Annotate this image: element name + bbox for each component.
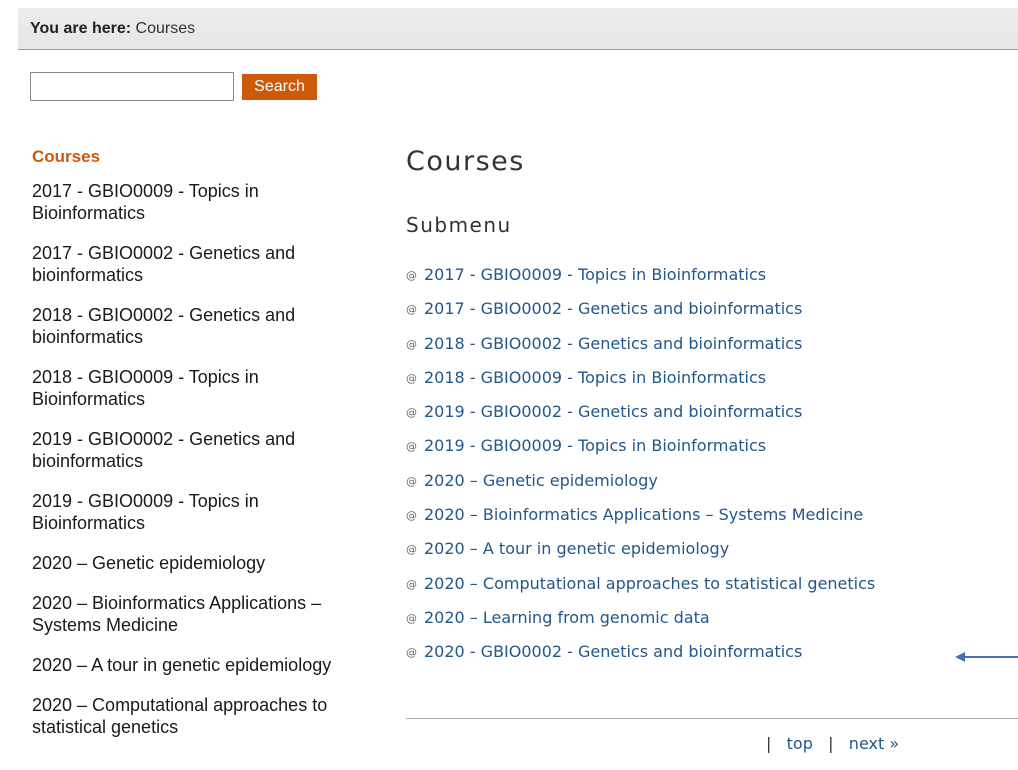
pager-separator: | xyxy=(766,734,772,753)
at-sign-bullet-icon: @ xyxy=(406,509,417,523)
submenu-item: @2018 - GBIO0009 - Topics in Bioinformat… xyxy=(406,361,1018,395)
breadcrumb-prefix: You are here: xyxy=(30,20,132,37)
search-input[interactable] xyxy=(30,72,234,101)
submenu-item: @2020 – Genetic epidemiology xyxy=(406,464,1018,498)
submenu-item: @2020 – Learning from genomic data xyxy=(406,601,1018,635)
sidebar-item[interactable]: 2020 – Genetic epidemiology xyxy=(32,552,362,574)
sidebar-item[interactable]: 2017 - GBIO0009 - Topics in Bioinformati… xyxy=(32,180,362,224)
sidebar-item[interactable]: 2020 – Computational approaches to stati… xyxy=(32,694,362,738)
at-sign-bullet-icon: @ xyxy=(406,440,417,454)
at-sign-bullet-icon: @ xyxy=(406,371,417,385)
sidebar-list: 2017 - GBIO0009 - Topics in Bioinformati… xyxy=(32,180,372,738)
breadcrumb-current: Courses xyxy=(135,20,196,37)
at-sign-bullet-icon: @ xyxy=(406,337,417,351)
page-title: Courses xyxy=(406,146,525,177)
left-arrow-icon xyxy=(955,652,1018,662)
at-sign-bullet-icon: @ xyxy=(406,611,417,625)
next-link[interactable]: next » xyxy=(849,734,899,753)
submenu-title: Submenu xyxy=(406,213,512,237)
submenu-item: @2019 - GBIO0009 - Topics in Bioinformat… xyxy=(406,429,1018,463)
submenu-link[interactable]: 2018 - GBIO0009 - Topics in Bioinformati… xyxy=(424,368,766,387)
submenu-item: @2018 - GBIO0002 - Genetics and bioinfor… xyxy=(406,327,1018,361)
submenu-link[interactable]: 2020 – Learning from genomic data xyxy=(424,608,710,627)
page: You are here: Courses Search Courses 201… xyxy=(0,0,1018,770)
sidebar-item[interactable]: 2017 - GBIO0002 - Genetics and bioinform… xyxy=(32,242,362,286)
top-strip xyxy=(0,0,1018,8)
pager: | top | next » xyxy=(766,734,899,753)
submenu-item: @2017 - GBIO0002 - Genetics and bioinfor… xyxy=(406,292,1018,326)
submenu-link[interactable]: 2019 - GBIO0009 - Topics in Bioinformati… xyxy=(424,436,766,455)
submenu-link[interactable]: 2020 – A tour in genetic epidemiology xyxy=(424,539,729,558)
main-content: Courses Submenu @2017 - GBIO0009 - Topic… xyxy=(406,146,1018,670)
sidebar-item[interactable]: 2020 – Bioinformatics Applications – Sys… xyxy=(32,592,362,636)
at-sign-bullet-icon: @ xyxy=(406,577,417,591)
submenu-link[interactable]: 2020 – Bioinformatics Applications – Sys… xyxy=(424,505,863,524)
breadcrumb-bar: You are here: Courses xyxy=(18,8,1018,50)
at-sign-bullet-icon: @ xyxy=(406,474,417,488)
sidebar-item[interactable]: 2020 – A tour in genetic epidemiology xyxy=(32,654,362,676)
submenu-link[interactable]: 2018 - GBIO0002 - Genetics and bioinform… xyxy=(424,334,802,353)
at-sign-bullet-icon: @ xyxy=(406,646,417,660)
sidebar: Courses 2017 - GBIO0009 - Topics in Bioi… xyxy=(32,146,372,756)
at-sign-bullet-icon: @ xyxy=(406,543,417,557)
submenu-item: @2019 - GBIO0002 - Genetics and bioinfor… xyxy=(406,395,1018,429)
top-link[interactable]: top xyxy=(787,734,813,753)
submenu-link[interactable]: 2017 - GBIO0009 - Topics in Bioinformati… xyxy=(424,265,766,284)
submenu-item: @2020 - GBIO0002 - Genetics and bioinfor… xyxy=(406,635,1018,669)
submenu-link[interactable]: 2017 - GBIO0002 - Genetics and bioinform… xyxy=(424,299,802,318)
sidebar-item[interactable]: 2018 - GBIO0009 - Topics in Bioinformati… xyxy=(32,366,362,410)
submenu-item: @2020 – A tour in genetic epidemiology xyxy=(406,532,1018,566)
sidebar-item[interactable]: 2018 - GBIO0002 - Genetics and bioinform… xyxy=(32,304,362,348)
submenu-link[interactable]: 2020 - GBIO0002 - Genetics and bioinform… xyxy=(424,642,802,661)
at-sign-bullet-icon: @ xyxy=(406,303,417,317)
submenu-link[interactable]: 2019 - GBIO0002 - Genetics and bioinform… xyxy=(424,402,802,421)
sidebar-title: Courses xyxy=(32,147,101,166)
submenu-item: @2020 – Computational approaches to stat… xyxy=(406,567,1018,601)
at-sign-bullet-icon: @ xyxy=(406,269,417,282)
submenu-link[interactable]: 2020 – Computational approaches to stati… xyxy=(424,574,875,593)
submenu-item: @2020 – Bioinformatics Applications – Sy… xyxy=(406,498,1018,532)
submenu-list: @2017 - GBIO0009 - Topics in Bioinformat… xyxy=(406,258,1018,670)
submenu-link[interactable]: 2020 – Genetic epidemiology xyxy=(424,471,658,490)
breadcrumb: You are here: Courses xyxy=(30,20,195,38)
sidebar-item[interactable]: 2019 - GBIO0009 - Topics in Bioinformati… xyxy=(32,490,362,534)
pager-separator: | xyxy=(828,734,834,753)
search-button[interactable]: Search xyxy=(242,74,317,100)
footer-divider xyxy=(406,718,1018,719)
sidebar-item[interactable]: 2019 - GBIO0002 - Genetics and bioinform… xyxy=(32,428,362,472)
submenu-item: @2017 - GBIO0009 - Topics in Bioinformat… xyxy=(406,258,1018,292)
at-sign-bullet-icon: @ xyxy=(406,406,417,420)
